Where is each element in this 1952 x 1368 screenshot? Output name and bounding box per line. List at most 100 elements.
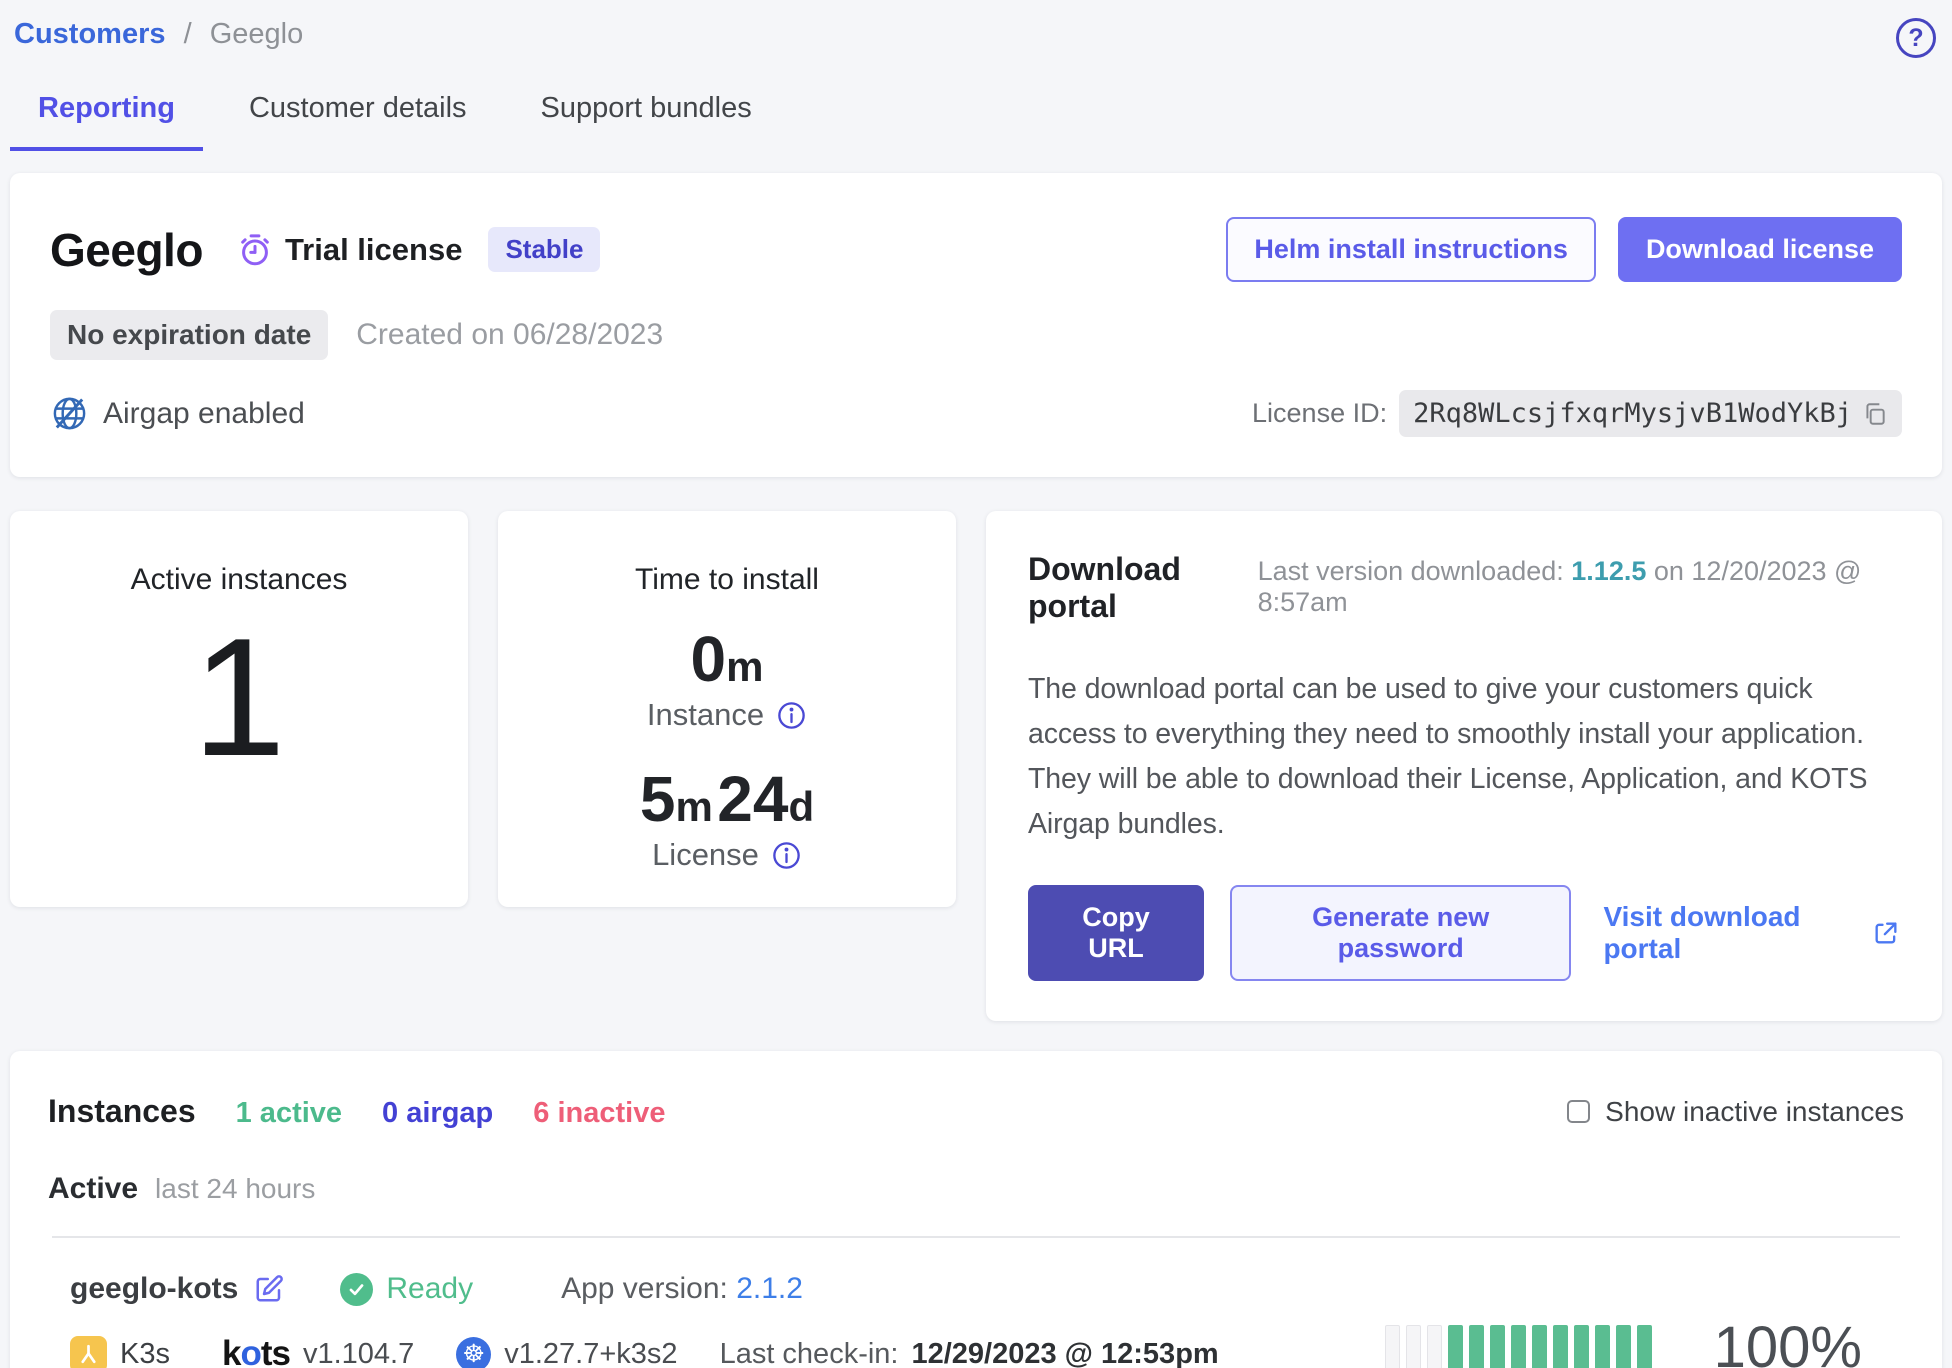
summary-meta-row: No expiration date Created on 06/28/2023 (50, 310, 1902, 360)
created-date-text: Created on 06/28/2023 (356, 318, 663, 352)
instance-line-1: geeglo-kots Ready (70, 1272, 1219, 1306)
instance-install-time: 0m (498, 627, 956, 691)
breadcrumb-customers-link[interactable]: Customers (14, 18, 166, 50)
breadcrumb: Customers / Geeglo (14, 18, 303, 51)
airgap-label: Airgap enabled (103, 397, 305, 431)
download-portal-card: Download portal Last version downloaded:… (986, 511, 1942, 1021)
summary-identity: Geeglo Trial license Stable (50, 223, 600, 277)
kots-logo-o: o (240, 1334, 260, 1368)
breadcrumb-current: Geeglo (210, 18, 304, 50)
last-checkin-label: Last check-in: (720, 1338, 899, 1368)
helm-install-instructions-button[interactable]: Helm install instructions (1226, 217, 1596, 282)
license-id-value: 2Rq8WLcsjfxqrMysjvB1WodYkBj (1413, 398, 1852, 429)
runtime-name: K3s (120, 1338, 170, 1368)
show-inactive-checkbox[interactable] (1567, 1100, 1590, 1123)
visit-download-portal-link[interactable]: Visit download portal (1603, 901, 1900, 965)
tab-reporting[interactable]: Reporting (10, 92, 203, 151)
active-group-row: Active last 24 hours (48, 1172, 1904, 1206)
license-id-row: License ID: 2Rq8WLcsjfxqrMysjvB1WodYkBj (1252, 390, 1902, 437)
instance-name: geeglo-kots (70, 1272, 238, 1306)
kubernetes-icon: ☸ (456, 1337, 491, 1368)
visit-portal-label: Visit download portal (1603, 901, 1860, 965)
help-icon[interactable]: ? (1896, 18, 1936, 58)
instances-title: Instances (48, 1093, 196, 1130)
license-time-number-2: 24 (717, 763, 788, 835)
uptime-bars (1385, 1325, 1652, 1368)
trial-timer-icon (237, 232, 273, 268)
instance-info: geeglo-kots Ready (70, 1272, 1219, 1368)
instances-header: Instances 1 active 0 airgap 6 inactive S… (48, 1093, 1904, 1130)
airgap-globe-icon (50, 394, 89, 433)
customer-summary-card: Geeglo Trial license Stable Helm install… (10, 173, 1942, 477)
instance-info-icon[interactable] (776, 700, 807, 731)
active-instances-title: Active instances (10, 563, 468, 597)
instance-time-label: Instance (647, 697, 764, 733)
copy-icon[interactable] (1862, 401, 1888, 427)
app-version-label: App version: (561, 1272, 728, 1305)
active-instances-count: 1 (10, 605, 468, 790)
uptime-bar-filled (1469, 1325, 1484, 1368)
instance-row: geeglo-kots Ready (48, 1238, 1904, 1368)
active-group-subtitle: last 24 hours (155, 1173, 315, 1205)
kots-logo-ts: ts (261, 1334, 290, 1368)
time-to-install-card: Time to install 0m Instance 5m 24d (498, 511, 956, 907)
summary-actions: Helm install instructions Download licen… (1226, 217, 1902, 282)
expiration-badge: No expiration date (50, 310, 328, 360)
uptime-summary: 100% Uptime (1714, 1314, 1862, 1368)
uptime-bar-empty (1427, 1325, 1442, 1368)
portal-title: Download portal (1028, 551, 1258, 625)
instance-status: Ready (340, 1272, 473, 1306)
license-type-label: Trial license (285, 232, 463, 268)
portal-actions: Copy URL Generate new password Visit dow… (1028, 885, 1900, 981)
tab-support-bundles[interactable]: Support bundles (513, 92, 780, 151)
app-version-link[interactable]: 2.1.2 (736, 1272, 803, 1305)
summary-top-row: Geeglo Trial license Stable Helm install… (50, 217, 1902, 282)
top-bar: Customers / Geeglo ? (10, 14, 1942, 58)
uptime-bar-filled (1574, 1325, 1589, 1368)
generate-new-password-button[interactable]: Generate new password (1230, 885, 1572, 981)
instances-card: Instances 1 active 0 airgap 6 inactive S… (10, 1051, 1942, 1368)
copy-url-button[interactable]: Copy URL (1028, 885, 1204, 981)
breadcrumb-separator: / (184, 18, 192, 50)
time-to-install-title: Time to install (498, 563, 956, 597)
instance-time-label-row: Instance (498, 697, 956, 733)
stat-active[interactable]: 1 active (236, 1097, 342, 1130)
kots-logo: kots (222, 1334, 290, 1368)
tab-customer-details[interactable]: Customer details (221, 92, 495, 151)
license-time-unit-1: m (675, 783, 712, 830)
instance-time-number: 0 (691, 623, 727, 695)
uptime-bar-filled (1553, 1325, 1568, 1368)
uptime-bar-filled (1490, 1325, 1505, 1368)
last-checkin-value: 12/29/2023 @ 12:53pm (911, 1338, 1218, 1368)
license-info-icon[interactable] (771, 840, 802, 871)
status-text: Ready (386, 1272, 473, 1306)
channel-badge: Stable (488, 227, 600, 272)
k8s-version: v1.27.7+k3s2 (504, 1338, 677, 1368)
uptime-bar-filled (1532, 1325, 1547, 1368)
edit-instance-name-icon[interactable] (254, 1274, 284, 1304)
page: Customers / Geeglo ? Reporting Customer … (0, 0, 1952, 1368)
license-id-label: License ID: (1252, 398, 1387, 429)
summary-bottom-row: Airgap enabled License ID: 2Rq8WLcsjfxqr… (50, 390, 1902, 437)
stat-airgap[interactable]: 0 airgap (382, 1097, 493, 1130)
license-time-label-row: License (498, 837, 956, 873)
kots-version: v1.104.7 (303, 1338, 414, 1368)
instances-header-left: Instances 1 active 0 airgap 6 inactive (48, 1093, 665, 1130)
tab-bar: Reporting Customer details Support bundl… (10, 92, 1942, 151)
last-version-downloaded: Last version downloaded: 1.12.5 on 12/20… (1258, 556, 1900, 618)
instance-line-2: K3s kots v1.104.7 ☸ v1.27.7+k3s2 Last ch… (70, 1334, 1219, 1368)
license-time-unit-2: d (788, 783, 814, 830)
last-version-link[interactable]: 1.12.5 (1571, 556, 1646, 586)
show-inactive-label: Show inactive instances (1605, 1096, 1904, 1128)
portal-description: The download portal can be used to give … (1028, 667, 1900, 847)
download-license-button[interactable]: Download license (1618, 217, 1902, 282)
stat-inactive[interactable]: 6 inactive (533, 1097, 665, 1130)
airgap-status: Airgap enabled (50, 394, 305, 433)
kots-logo-k: k (222, 1334, 240, 1368)
uptime-bar-empty (1385, 1325, 1400, 1368)
license-id-pill: 2Rq8WLcsjfxqrMysjvB1WodYkBj (1399, 390, 1902, 437)
instance-time-unit: m (726, 643, 763, 690)
uptime-bar-filled (1616, 1325, 1631, 1368)
license-time-label: License (652, 837, 759, 873)
show-inactive-toggle[interactable]: Show inactive instances (1567, 1096, 1904, 1128)
